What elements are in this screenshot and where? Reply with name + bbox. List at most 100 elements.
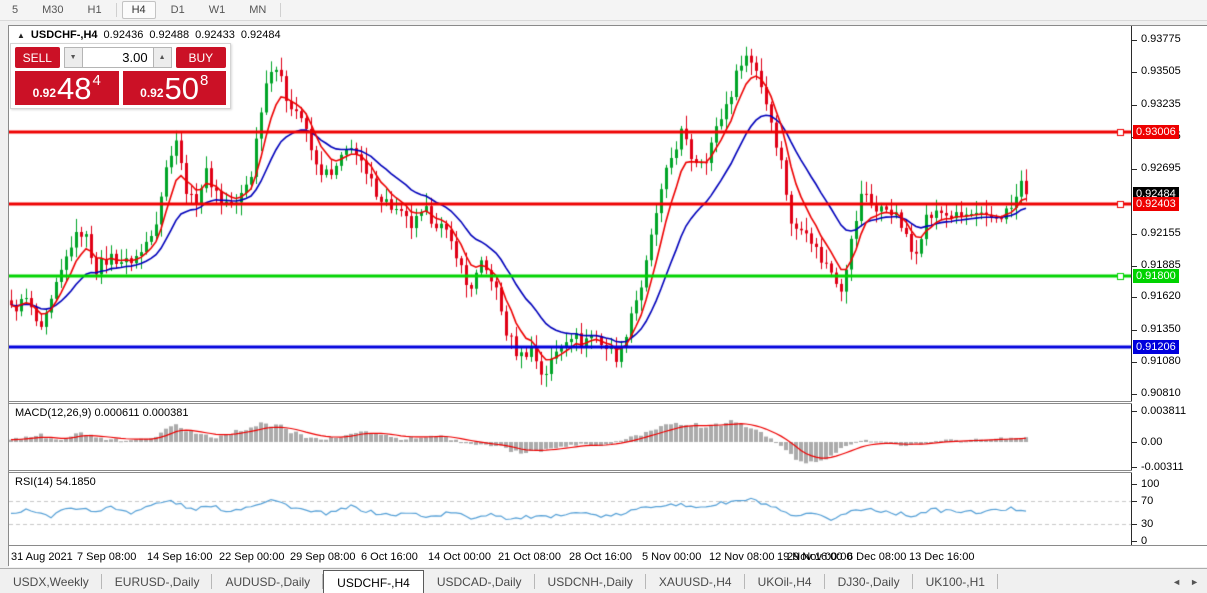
symbol-name: USDCHF-,H4 <box>31 29 98 41</box>
chart-tab-uk100-h1[interactable]: UK100-,H1 <box>913 569 998 593</box>
price-axis[interactable]: 0.937750.935050.932350.929650.926950.921… <box>1132 26 1207 545</box>
timeframe-button-d1[interactable]: D1 <box>162 2 194 18</box>
tab-scroll-arrows: ◄► <box>1172 569 1207 593</box>
price-badge: 0.93006 <box>1133 125 1179 139</box>
date-label: 31 Aug 2021 <box>11 551 73 563</box>
chart-tab-bar: USDX,WeeklyEURUSD-,DailyAUDUSD-,DailyUSD… <box>0 568 1207 593</box>
macd-tick-label: 0.003811 <box>1141 405 1186 417</box>
price-tick-label: 0.93235 <box>1141 98 1181 110</box>
arrow-down-icon: ▼ <box>70 54 77 61</box>
chart-tab-usdcad-daily[interactable]: USDCAD-,Daily <box>424 569 535 593</box>
chart-tab-dj30-daily[interactable]: DJ30-,Daily <box>825 569 913 593</box>
timeframe-button-w1[interactable]: W1 <box>200 2 235 18</box>
price-tick-label: 0.91350 <box>1141 323 1181 335</box>
macd-tick-label: -0.00311 <box>1141 461 1184 473</box>
chart-tab-usdx-weekly[interactable]: USDX,Weekly <box>0 569 102 593</box>
timeframe-button-h1[interactable]: H1 <box>79 2 111 18</box>
rsi-label: RSI(14) 54.1850 <box>15 476 96 488</box>
axis-tick <box>1132 105 1137 106</box>
time-axis[interactable]: 31 Aug 2021 7 Sep 08:00 14 Sep 16:00 22 Sep… <box>9 546 1207 567</box>
timeframe-button-mn[interactable]: MN <box>240 2 275 18</box>
date-label: 14 Oct 00:00 <box>428 551 491 563</box>
axis-tick <box>1132 234 1137 235</box>
date-label: 13 Dec 16:00 <box>909 551 974 563</box>
date-label: 5 Nov 00:00 <box>642 551 701 563</box>
date-label: 29 Nov 00:00 <box>787 551 852 563</box>
price-badge: 0.92403 <box>1133 197 1179 211</box>
chart-title: ▲ USDCHF-,H4 0.92436 0.92488 0.92433 0.9… <box>17 29 281 41</box>
date-label: 6 Dec 08:00 <box>847 551 906 563</box>
trading-terminal: 5 M30 H1 H4 D1 W1 MN ▲ USDCHF-,H4 0.92436 0.92… <box>0 0 1207 593</box>
sell-price-big: 48 <box>57 74 91 104</box>
axis-tick <box>1132 467 1137 468</box>
tab-scroll-left-icon[interactable]: ◄ <box>1172 577 1181 587</box>
buy-price-pip: 8 <box>200 72 208 89</box>
rsi-canvas[interactable] <box>9 473 1131 545</box>
price-tick-label: 0.91620 <box>1141 290 1181 302</box>
volume-input[interactable] <box>83 47 153 68</box>
ohlc-low: 0.92433 <box>195 29 235 41</box>
axis-tick <box>1132 484 1137 485</box>
chart-tab-eurusd-daily[interactable]: EURUSD-,Daily <box>102 569 213 593</box>
rsi-tick-label: 70 <box>1141 495 1153 507</box>
date-label: 28 Oct 16:00 <box>569 551 632 563</box>
axis-tick <box>1132 394 1137 395</box>
ohlc-high: 0.92488 <box>149 29 189 41</box>
axis-tick <box>1132 40 1137 41</box>
price-tick-label: 0.90810 <box>1141 387 1181 399</box>
price-badge: 0.91206 <box>1133 340 1179 354</box>
axis-tick <box>1132 169 1137 170</box>
date-label: 14 Sep 16:00 <box>147 551 212 563</box>
axis-tick <box>1132 297 1137 298</box>
timeframe-toolbar: 5 M30 H1 H4 D1 W1 MN <box>0 0 1207 21</box>
axis-tick <box>1132 524 1137 525</box>
price-tick-label: 0.92695 <box>1141 162 1181 174</box>
macd-label: MACD(12,26,9) 0.000611 0.000381 <box>15 407 188 419</box>
ohlc-open: 0.92436 <box>104 29 144 41</box>
chart-tab-xauusd-h4[interactable]: XAUUSD-,H4 <box>646 569 745 593</box>
sell-button[interactable]: SELL <box>15 47 60 68</box>
timeframe-button-m30[interactable]: M30 <box>33 2 72 18</box>
axis-tick <box>1132 411 1137 412</box>
sell-price-prefix: 0.92 <box>33 86 56 100</box>
one-click-trade-panel: SELL ▼ ▲ BUY 0.92 48 4 <box>10 43 231 109</box>
arrow-up-icon: ▲ <box>159 54 166 61</box>
buy-button[interactable]: BUY <box>176 47 226 68</box>
price-tick-label: 0.93505 <box>1141 65 1181 77</box>
macd-tick-label: 0.00 <box>1141 436 1162 448</box>
price-badge: 0.91800 <box>1133 269 1179 283</box>
chart-tab-usdcnh-daily[interactable]: USDCNH-,Daily <box>535 569 646 593</box>
price-tick-label: 0.92155 <box>1141 227 1181 239</box>
axis-tick <box>1132 541 1137 542</box>
rsi-tick-label: 30 <box>1141 518 1153 530</box>
date-label: 21 Oct 08:00 <box>498 551 561 563</box>
timeframe-button-h4[interactable]: H4 <box>122 1 156 19</box>
date-label: 12 Nov 08:00 <box>709 551 774 563</box>
sell-price-block[interactable]: 0.92 48 4 <box>15 71 119 105</box>
buy-price-block[interactable]: 0.92 50 8 <box>123 71 227 105</box>
tab-scroll-right-icon[interactable]: ► <box>1190 577 1199 587</box>
buy-price-big: 50 <box>165 74 199 104</box>
volume-down-button[interactable]: ▼ <box>64 47 83 68</box>
timeframe-button-5[interactable]: 5 <box>3 2 27 18</box>
date-label: 29 Sep 08:00 <box>290 551 355 563</box>
ohlc-close: 0.92484 <box>241 29 281 41</box>
price-tick-label: 0.93775 <box>1141 33 1181 45</box>
axis-tick <box>1132 72 1137 73</box>
chart-tab-usdchf-h4[interactable]: USDCHF-,H4 <box>323 570 424 593</box>
chart-tab-ukoil-h4[interactable]: UKOil-,H4 <box>745 569 825 593</box>
date-label: 7 Sep 08:00 <box>77 551 136 563</box>
collapse-icon[interactable]: ▲ <box>17 31 25 40</box>
date-label: 6 Oct 16:00 <box>361 551 418 563</box>
buy-price-prefix: 0.92 <box>140 86 163 100</box>
rsi-tick-label: 100 <box>1141 478 1159 490</box>
axis-tick <box>1132 362 1137 363</box>
toolbar-separator <box>116 3 117 17</box>
price-tick-label: 0.91080 <box>1141 355 1181 367</box>
axis-tick <box>1132 330 1137 331</box>
chart-tab-audusd-daily[interactable]: AUDUSD-,Daily <box>212 569 323 593</box>
sell-price-pip: 4 <box>93 72 101 89</box>
volume-up-button[interactable]: ▲ <box>153 47 172 68</box>
axis-tick <box>1132 501 1137 502</box>
date-label: 22 Sep 00:00 <box>219 551 284 563</box>
